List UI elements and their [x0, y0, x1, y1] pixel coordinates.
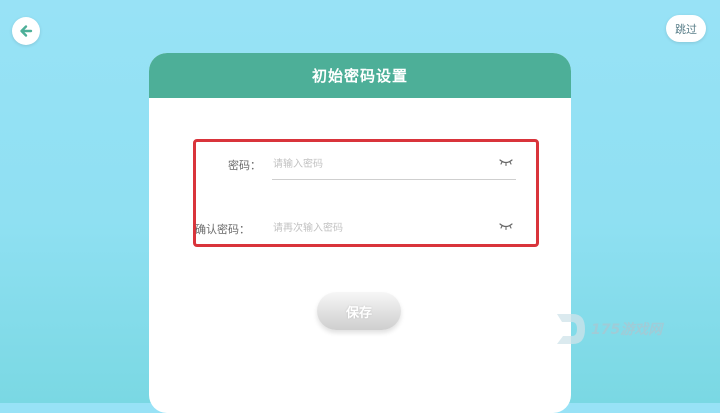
skip-button[interactable]: 跳过 [666, 15, 706, 42]
eye-closed-icon[interactable] [499, 221, 513, 231]
back-button[interactable] [12, 17, 40, 45]
password-input[interactable] [273, 156, 493, 172]
save-button[interactable]: 保存 [317, 292, 401, 330]
watermark-text: 175游戏网 [591, 321, 664, 338]
arrow-left-icon [20, 25, 33, 37]
password-underline [272, 179, 516, 180]
confirm-password-label: 确认密码： [195, 223, 250, 236]
site-watermark: 175游戏网 [551, 310, 671, 348]
confirm-password-input[interactable] [273, 220, 493, 236]
card-header: 初始密码设置 [149, 53, 571, 98]
password-setup-card: 初始密码设置 密码： 确认密码： 保存 [149, 53, 571, 413]
watermark-logo-icon: 175游戏网 [557, 314, 664, 344]
eye-closed-icon[interactable] [499, 157, 513, 167]
password-label: 密码： [228, 159, 261, 172]
card-title: 初始密码设置 [311, 67, 408, 85]
